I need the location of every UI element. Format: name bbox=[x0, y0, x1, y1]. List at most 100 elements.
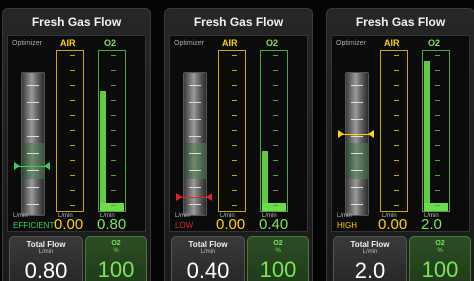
air-flow-tube bbox=[218, 50, 246, 212]
optimizer-left-marker-icon bbox=[338, 130, 344, 139]
o2-percent-unit: % bbox=[113, 248, 119, 254]
scale-tick bbox=[111, 100, 116, 101]
total-flow-button[interactable]: Total Flow L/min 2.0 bbox=[333, 236, 407, 281]
air-scale bbox=[394, 51, 407, 211]
optimizer-tick bbox=[351, 136, 363, 137]
o2-label: O2 bbox=[266, 38, 279, 48]
scale-tick bbox=[111, 160, 116, 161]
scale-tick bbox=[394, 160, 399, 161]
scale-tick bbox=[273, 85, 278, 86]
o2-percent-button[interactable]: O2 % 100 bbox=[85, 236, 147, 281]
air-flow-value: 0.00 bbox=[378, 216, 408, 233]
optimizer-right-marker-icon bbox=[368, 130, 374, 139]
scale-tick bbox=[394, 130, 399, 131]
total-flow-button[interactable]: Total Flow L/min 0.80 bbox=[9, 236, 83, 281]
scale-tick bbox=[111, 70, 116, 71]
optimizer-tick bbox=[27, 119, 39, 120]
total-flow-label: Total Flow bbox=[350, 240, 390, 249]
optimizer-tube bbox=[183, 72, 207, 216]
scale-tick bbox=[232, 100, 237, 101]
air-flow-value: 0.00 bbox=[216, 216, 246, 233]
scale-tick bbox=[70, 175, 75, 176]
scale-tick bbox=[273, 175, 278, 176]
o2-flow-tube bbox=[98, 50, 126, 212]
scale-tick bbox=[435, 175, 440, 176]
scale-tick bbox=[70, 160, 75, 161]
o2-percent-unit: % bbox=[437, 248, 443, 254]
total-flow-unit: L/min bbox=[200, 249, 216, 255]
optimizer-tick bbox=[189, 187, 201, 188]
scale-tick bbox=[273, 145, 278, 146]
o2-percent-unit: % bbox=[275, 248, 281, 254]
optimizer-tick bbox=[189, 119, 201, 120]
optimizer-tick bbox=[351, 170, 363, 171]
o2-flow-bar bbox=[100, 91, 106, 211]
optimizer-status: LOW bbox=[175, 221, 194, 230]
optimizer-tick bbox=[189, 170, 201, 171]
fresh-gas-flow-panel-3: Fresh Gas Flow Optimizer AIR O2 L/min HI… bbox=[326, 8, 474, 281]
optimizer-tick bbox=[27, 204, 39, 205]
o2-flow-bar bbox=[424, 61, 430, 211]
total-flow-label: Total Flow bbox=[26, 240, 66, 249]
panel-title: Fresh Gas Flow bbox=[355, 15, 446, 29]
scale-tick bbox=[232, 160, 237, 161]
scale-tick bbox=[111, 115, 116, 116]
scale-tick bbox=[394, 70, 399, 71]
o2-percent-label: O2 bbox=[273, 240, 283, 247]
o2-flow-value: 0.40 bbox=[259, 216, 289, 233]
optimizer-tube bbox=[345, 72, 369, 216]
scale-tick bbox=[435, 115, 440, 116]
optimizer-status: HIGH bbox=[337, 221, 357, 230]
air-scale bbox=[70, 51, 83, 211]
total-flow-value: 0.40 bbox=[186, 258, 230, 281]
optimizer-tick bbox=[189, 85, 201, 86]
scale-tick bbox=[111, 190, 116, 191]
o2-percent-button[interactable]: O2 % 100 bbox=[409, 236, 471, 281]
o2-scale bbox=[435, 51, 449, 211]
o2-flow-tube bbox=[260, 50, 288, 212]
scale-tick bbox=[273, 55, 278, 56]
o2-scale bbox=[111, 51, 125, 211]
optimizer-zone bbox=[346, 143, 368, 179]
scale-tick bbox=[435, 55, 440, 56]
optimizer-tick bbox=[27, 170, 39, 171]
flow-meters: Optimizer AIR O2 L/min LOW L/min 0.00 L/… bbox=[169, 35, 308, 233]
o2-percent-button[interactable]: O2 % 100 bbox=[247, 236, 309, 281]
optimizer-tick bbox=[351, 119, 363, 120]
air-label: AIR bbox=[60, 38, 76, 48]
optimizer-tick bbox=[189, 204, 201, 205]
scale-tick bbox=[111, 145, 116, 146]
optimizer-tick bbox=[351, 85, 363, 86]
air-label: AIR bbox=[222, 38, 238, 48]
scale-tick bbox=[435, 190, 440, 191]
scale-tick bbox=[111, 55, 116, 56]
scale-tick bbox=[394, 190, 399, 191]
air-scale bbox=[232, 51, 245, 211]
fresh-gas-flow-panel-2: Fresh Gas Flow Optimizer AIR O2 L/min LO… bbox=[164, 8, 313, 281]
optimizer-tick bbox=[27, 136, 39, 137]
o2-percent-value: 100 bbox=[97, 257, 135, 281]
optimizer-tick bbox=[351, 102, 363, 103]
scale-tick bbox=[394, 205, 399, 206]
total-flow-button[interactable]: Total Flow L/min 0.40 bbox=[171, 236, 245, 281]
optimizer-indicator-line bbox=[341, 134, 371, 136]
scale-tick bbox=[394, 100, 399, 101]
total-flow-unit: L/min bbox=[362, 249, 378, 255]
o2-flow-bar bbox=[262, 151, 268, 211]
optimizer-zone bbox=[22, 143, 44, 179]
scale-tick bbox=[232, 205, 237, 206]
total-flow-unit: L/min bbox=[38, 249, 54, 255]
scale-tick bbox=[273, 205, 278, 206]
o2-percent-label: O2 bbox=[435, 240, 445, 247]
optimizer-right-marker-icon bbox=[206, 192, 212, 201]
scale-tick bbox=[70, 130, 75, 131]
scale-tick bbox=[273, 160, 278, 161]
o2-flow-value: 0.80 bbox=[97, 216, 127, 233]
scale-tick bbox=[273, 70, 278, 71]
scale-tick bbox=[70, 115, 75, 116]
flow-meters: Optimizer AIR O2 L/min HIGH L/min 0.00 L… bbox=[331, 35, 470, 233]
scale-tick bbox=[111, 175, 116, 176]
scale-tick bbox=[435, 145, 440, 146]
optimizer-right-marker-icon bbox=[44, 161, 50, 170]
scale-tick bbox=[435, 70, 440, 71]
